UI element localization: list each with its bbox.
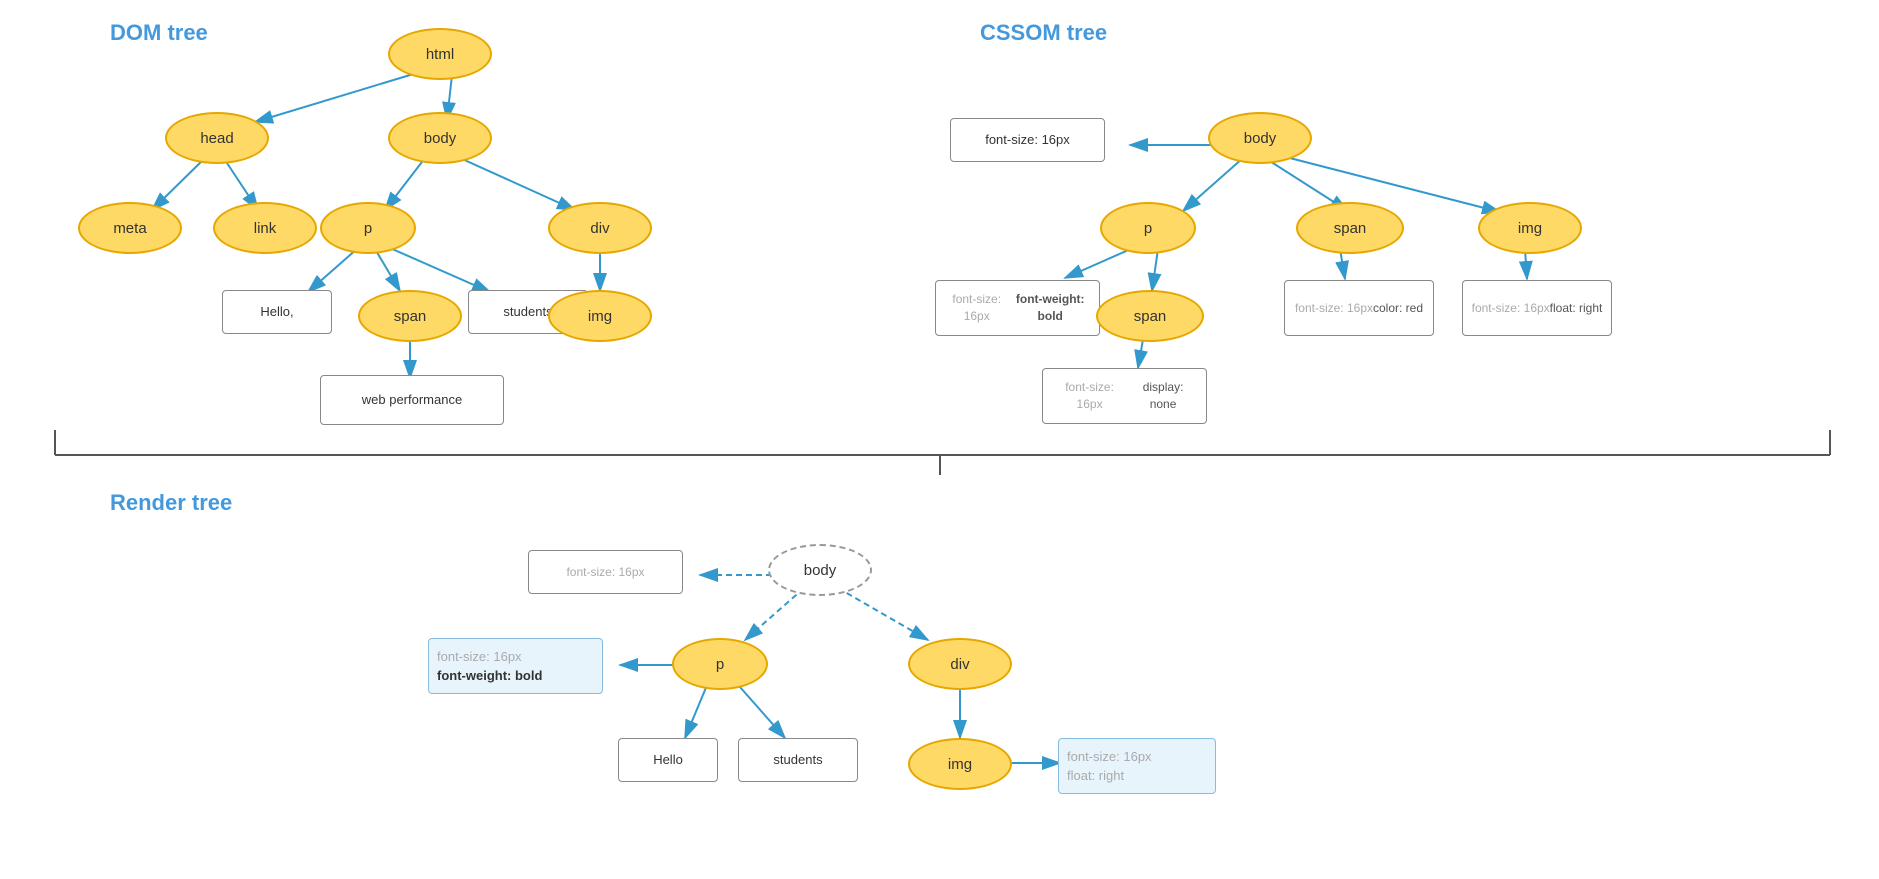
render-students-node: students	[738, 738, 858, 782]
dom-html-node: html	[388, 28, 492, 80]
diagram-container: DOM tree CSSOM tree Render tree	[0, 0, 1879, 879]
dom-span-node: span	[358, 290, 462, 342]
dom-img-node: img	[548, 290, 652, 342]
cssom-tree-label: CSSOM tree	[980, 20, 1107, 46]
dom-head-node: head	[165, 112, 269, 164]
dom-p-node: p	[320, 202, 416, 254]
cssom-fontsize-body-node: font-size: 16px	[950, 118, 1105, 162]
dom-meta-node: meta	[78, 202, 182, 254]
dom-webperf-node: web performance	[320, 375, 504, 425]
dom-link-node: link	[213, 202, 317, 254]
render-p-node: p	[672, 638, 768, 690]
render-img-node: img	[908, 738, 1012, 790]
dom-hello-node: Hello,	[222, 290, 332, 334]
render-div-node: div	[908, 638, 1012, 690]
dom-div-node: div	[548, 202, 652, 254]
render-fontsize-body-node: font-size: 16px	[528, 550, 683, 594]
cssom-body-node: body	[1208, 112, 1312, 164]
cssom-span-node: span	[1296, 202, 1404, 254]
cssom-fontsize-span2-node: font-size: 16px display: none	[1042, 368, 1207, 424]
render-fontsize-p-node: font-size: 16px font-weight: bold	[428, 638, 603, 694]
render-hello-node: Hello	[618, 738, 718, 782]
cssom-fontsize-p-node: font-size: 16px font-weight: bold	[935, 280, 1100, 336]
render-tree-label: Render tree	[110, 490, 232, 516]
cssom-fontsize-span-node: font-size: 16px color: red	[1284, 280, 1434, 336]
render-body-node: body	[768, 544, 872, 596]
dom-tree-label: DOM tree	[110, 20, 208, 46]
cssom-img-node: img	[1478, 202, 1582, 254]
cssom-p-node: p	[1100, 202, 1196, 254]
cssom-span2-node: span	[1096, 290, 1204, 342]
render-fontsize-img-node: font-size: 16px float: right	[1058, 738, 1216, 794]
cssom-fontsize-img-node: font-size: 16px float: right	[1462, 280, 1612, 336]
dom-body-node: body	[388, 112, 492, 164]
